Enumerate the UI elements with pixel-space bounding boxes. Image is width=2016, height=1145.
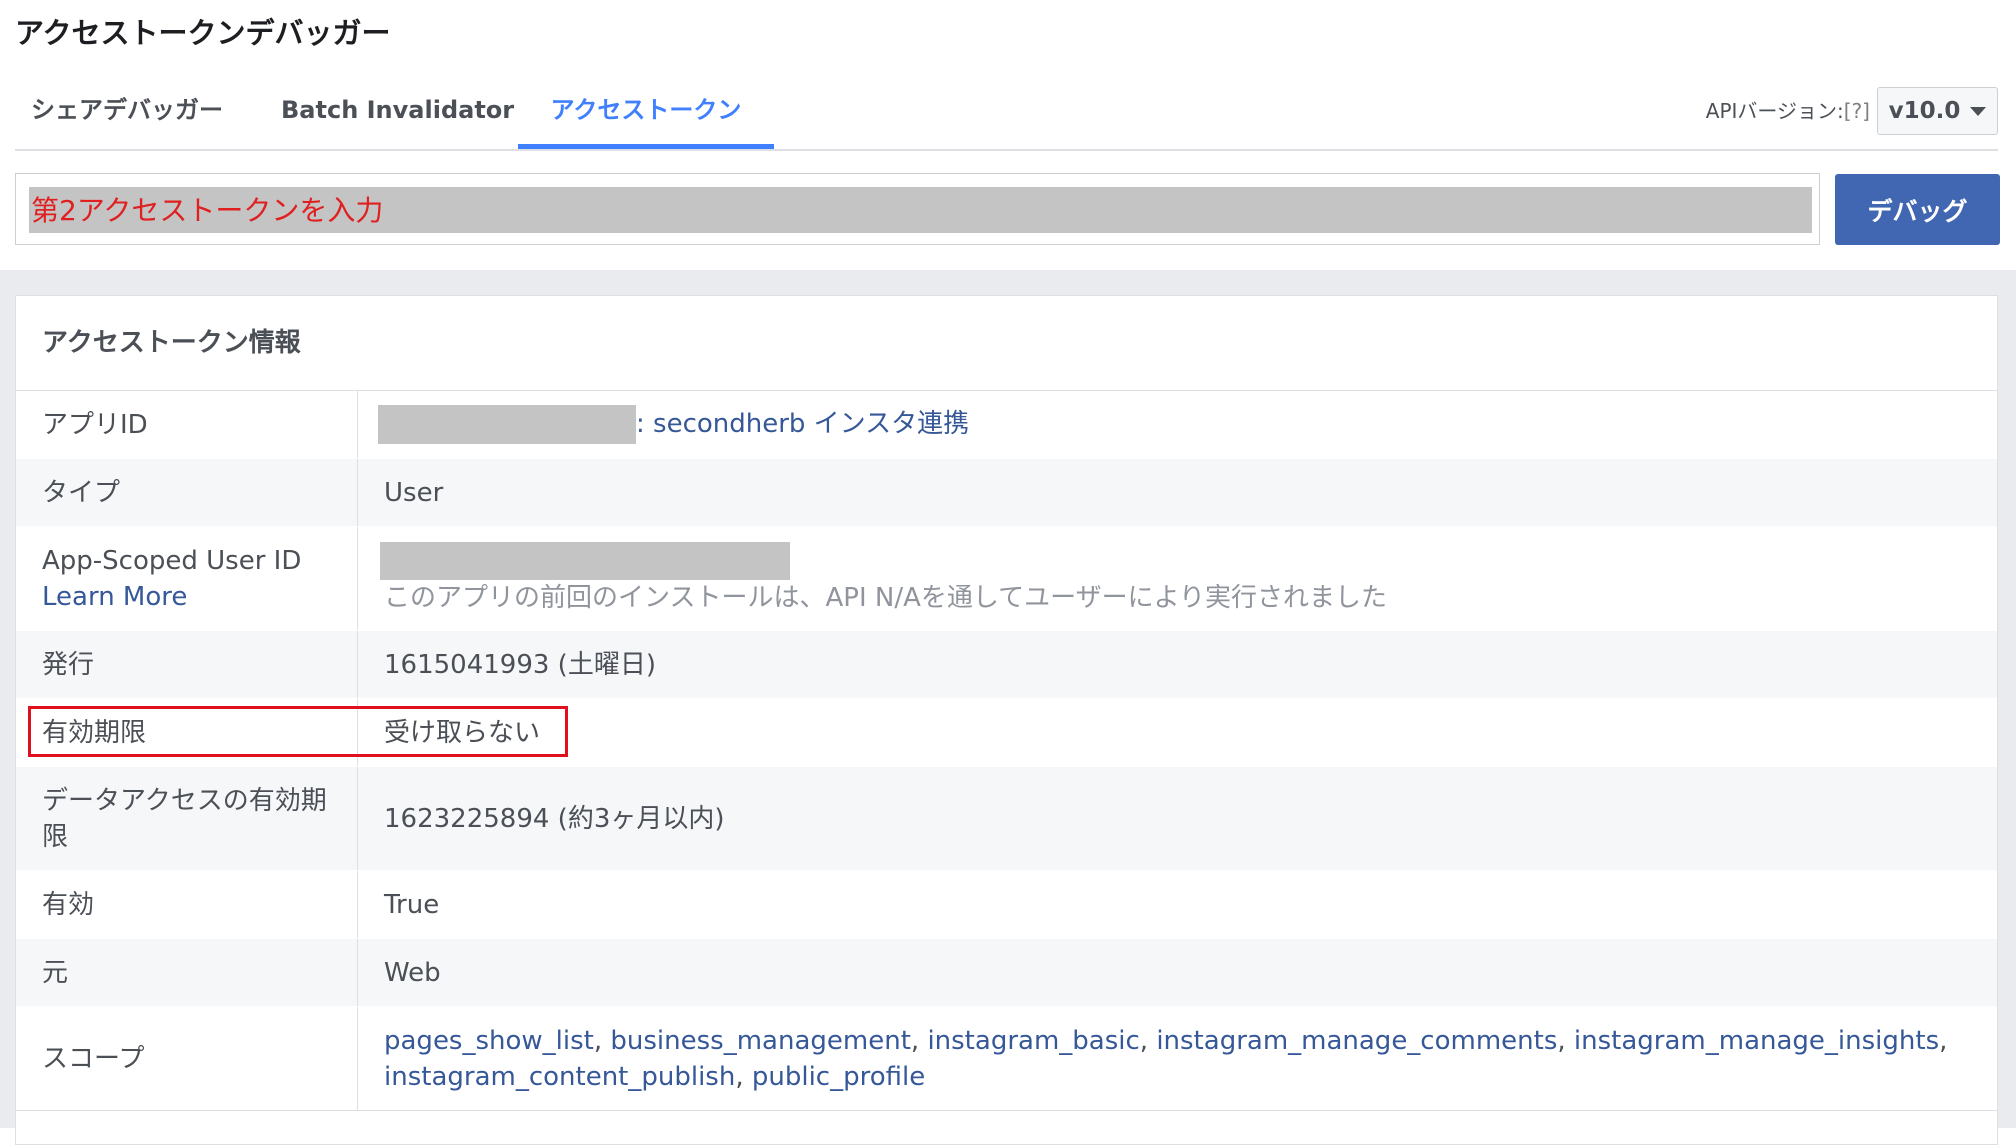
row-type: タイプ User [16,459,1997,527]
row-label: 有効期限 [16,699,358,766]
learn-more-link[interactable]: Learn More [42,579,357,615]
scope-item[interactable]: instagram_basic [927,1026,1139,1056]
page-title: アクセストークンデバッガー [15,16,391,50]
scope-item[interactable]: pages_show_list [384,1026,594,1056]
row-value: pages_show_list, business_management, in… [358,1007,1997,1110]
chevron-down-icon [1970,106,1987,116]
debug-button[interactable]: デバッグ [1835,174,2000,245]
access-token-info-panel: アクセストークン情報 アプリID : secondherb インスタ連携 タイプ… [15,295,1998,1145]
scope-item[interactable]: business_management [610,1026,911,1056]
app-id-line: : secondherb インスタ連携 [378,405,1977,444]
api-version-text: APIバージョン: [1705,99,1844,123]
row-label: データアクセスの有効期限 [16,767,358,870]
scope-item[interactable]: instagram_manage_insights [1574,1026,1939,1056]
app-name-link[interactable]: : secondherb インスタ連携 [636,409,969,439]
row-label: タイプ [16,459,358,526]
redacted-app-id [378,405,636,444]
row-value: : secondherb インスタ連携 [358,391,1997,458]
origin-value: Web [384,957,441,988]
row-issued: 発行 1615041993 (土曜日) [16,631,1997,699]
row-label: 発行 [16,631,358,698]
row-scopes: スコープ pages_show_list, business_managemen… [16,1007,1997,1111]
redacted-user-id [380,541,790,580]
token-input-container [15,173,1820,245]
app-scoped-user-id-label: App-Scoped User ID [42,545,302,576]
row-label: アプリID [16,391,358,458]
valid-value: True [384,889,440,920]
row-value: このアプリの前回のインストールは、API N/Aを通してユーザーにより実行されま… [358,527,1997,630]
scope-item[interactable]: instagram_manage_comments [1156,1026,1557,1056]
scope-item[interactable]: public_profile [752,1062,925,1092]
scope-item[interactable]: instagram_content_publish [384,1062,735,1092]
row-app-scoped-user-id: App-Scoped User ID Learn More このアプリの前回のイ… [16,527,1997,631]
panel-title: アクセストークン情報 [16,296,1997,391]
issued-value: 1615041993 (土曜日) [384,649,656,680]
expires-value: 受け取らない [384,717,541,748]
row-origin: 元 Web [16,939,1997,1007]
top-bar: アクセストークンデバッガー シェアデバッガー Batch Invalidator… [0,0,2016,270]
api-version-value: v10.0 [1888,98,1961,124]
install-note: このアプリの前回のインストールは、API N/Aを通してユーザーにより実行されま… [384,582,1388,613]
api-version-dropdown[interactable]: v10.0 [1877,87,1998,135]
scope-list: pages_show_list, business_management, in… [384,1025,1948,1092]
row-label: App-Scoped User ID Learn More [16,527,358,630]
row-label: 元 [16,939,358,1006]
row-data-access-expires: データアクセスの有効期限 1623225894 (約3ヶ月以内) [16,767,1997,871]
row-label: スコープ [16,1007,358,1110]
access-token-input[interactable] [29,187,1812,233]
data-access-expires-value: 1623225894 (約3ヶ月以内) [384,803,725,834]
row-label: 有効 [16,871,358,938]
tab-share-debugger[interactable]: シェアデバッガー [31,84,223,147]
tab-batch-invalidator[interactable]: Batch Invalidator [281,84,514,147]
tab-access-token[interactable]: アクセストークン [518,84,774,149]
tab-bar: シェアデバッガー Batch Invalidator アクセストークン [15,84,1998,151]
api-version-label: APIバージョン:[?] [1706,95,1870,124]
row-valid: 有効 True [16,871,1997,939]
row-app-id: アプリID : secondherb インスタ連携 [16,391,1997,459]
api-version-help-link[interactable]: [?] [1844,99,1870,123]
row-expires: 有効期限 受け取らない [16,699,1997,767]
type-value[interactable]: User [358,459,1997,526]
